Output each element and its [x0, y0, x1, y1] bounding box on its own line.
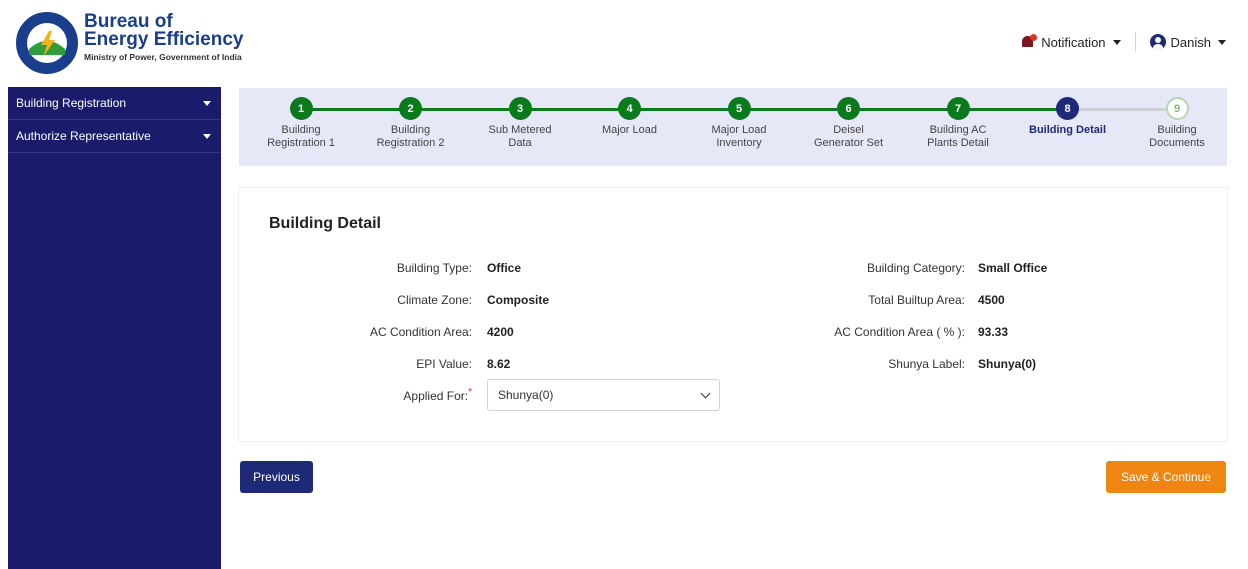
epi-value-label: EPI Value: — [416, 357, 472, 371]
applied-for-label-text: Applied For: — [403, 389, 469, 403]
step-2[interactable]: 2 Building Registration 2 — [361, 97, 461, 150]
step-number-badge: 1 — [289, 97, 313, 120]
step-label-line2: Registration 1 — [267, 137, 335, 149]
sidebar-item-authorize-representative[interactable]: Authorize Representative — [8, 120, 221, 153]
bee-logo — [16, 12, 78, 74]
ac-condition-percent-value: 93.33 — [978, 325, 1009, 339]
climate-zone-label: Climate Zone: — [397, 293, 472, 307]
caret-down-icon — [1112, 39, 1121, 45]
building-category-label: Building Category: — [866, 261, 965, 275]
caret-down-icon — [203, 100, 211, 106]
applied-for-select[interactable]: Shunya(0) — [487, 379, 720, 411]
chevron-down-icon — [700, 388, 711, 398]
step-label-line2: Documents — [1149, 137, 1205, 149]
caret-down-icon — [203, 133, 211, 139]
step-label: Deisel Generator Set — [799, 124, 899, 150]
sidebar-item-building-registration[interactable]: Building Registration — [8, 87, 221, 120]
step-4[interactable]: 4 Major Load — [580, 97, 680, 137]
sidebar-item-label: Authorize Representative — [16, 129, 151, 143]
step-label: Building Documents — [1127, 124, 1227, 150]
step-3[interactable]: 3 Sub Metered Data — [470, 97, 570, 150]
step-label: Sub Metered Data — [470, 124, 570, 150]
sidebar: Building Registration Authorize Represen… — [8, 87, 221, 569]
applied-for-selected-value: Shunya(0) — [498, 388, 554, 402]
user-name: Danish — [1170, 34, 1211, 50]
top-header: Bureau of Energy Efficiency Ministry of … — [0, 0, 1248, 80]
building-category-value: Small Office — [978, 261, 1048, 275]
step-label-line2: Data — [508, 137, 532, 149]
step-label: Building AC Plants Detail — [908, 124, 1008, 150]
step-label-line1: Deisel — [833, 124, 864, 136]
required-marker: * — [468, 387, 472, 398]
step-label: Major Load — [580, 124, 680, 137]
notification-label: Notification — [1041, 34, 1106, 50]
total-builtup-area-label: Total Builtup Area: — [868, 293, 965, 307]
notification-dropdown[interactable]: Notification — [1021, 34, 1121, 50]
climate-zone-value: Composite — [487, 293, 550, 307]
shunya-label-label: Shunya Label: — [888, 357, 965, 371]
step-number-badge: 4 — [618, 97, 641, 120]
step-number-badge: 2 — [399, 97, 422, 120]
step-label-line1: Major Load — [601, 124, 658, 136]
step-label-line1: Sub Metered — [488, 124, 552, 136]
step-label-line2: Generator Set — [813, 137, 884, 149]
brand-subtitle: Ministry of Power, Government of India — [84, 52, 242, 62]
step-6[interactable]: 6 Deisel Generator Set — [799, 97, 899, 150]
epi-value: 8.62 — [487, 357, 511, 371]
sidebar-item-label: Building Registration — [16, 96, 127, 110]
building-type-label: Building Type: — [396, 261, 472, 275]
step-label-line1: Building — [390, 124, 431, 136]
ac-condition-area-label: AC Condition Area: — [369, 325, 472, 339]
building-type-value: Office — [487, 261, 522, 275]
step-number-badge: 5 — [727, 97, 751, 120]
step-7[interactable]: 7 Building AC Plants Detail — [908, 97, 1008, 150]
header-divider — [1134, 32, 1136, 52]
user-menu[interactable]: Danish — [1149, 34, 1226, 50]
step-number-badge: 7 — [946, 97, 970, 120]
previous-button[interactable]: Previous — [240, 461, 313, 493]
applied-for-label: Applied For:* — [403, 387, 472, 403]
save-continue-button[interactable]: Save & Continue — [1106, 461, 1226, 493]
ac-condition-percent-label: AC Condition Area ( % ): — [834, 325, 965, 339]
step-label: Building Registration 1 — [251, 124, 351, 150]
brand-block: Bureau of Energy Efficiency Ministry of … — [84, 12, 244, 62]
step-9[interactable]: 9 Building Documents — [1127, 97, 1227, 150]
user-avatar-icon — [1149, 34, 1166, 50]
step-label-line1: Building — [281, 124, 321, 136]
building-detail-card: Building Detail Building Type: Office Cl… — [239, 188, 1227, 441]
progress-stepper: 1 Building Registration 1 2 Building Registra… — [239, 88, 1227, 166]
step-number-badge: 6 — [837, 97, 860, 120]
step-label-line2: Plants Detail — [927, 137, 989, 149]
total-builtup-area-value: 4500 — [978, 293, 1005, 307]
step-number-badge: 8 — [1056, 97, 1079, 120]
header-actions: Notification Danish — [1021, 32, 1226, 52]
step-label-line1: Building — [1157, 124, 1197, 136]
shunya-label-value: Shunya(0) — [978, 357, 1037, 371]
card-title: Building Detail — [269, 215, 381, 232]
step-label: Major Load Inventory — [689, 124, 789, 150]
caret-down-icon — [1218, 39, 1226, 45]
step-label-line1: Building Detail — [1029, 124, 1106, 136]
step-label-line2: Inventory — [716, 137, 762, 149]
step-number-badge: 3 — [508, 97, 532, 120]
bell-icon — [1021, 34, 1038, 49]
brand-title-line2: Energy Efficiency — [84, 29, 244, 50]
step-label-line1: Major Load — [711, 124, 767, 136]
step-label-line1: Building AC — [929, 124, 987, 136]
step-number-badge: 9 — [1165, 97, 1189, 120]
step-1[interactable]: 1 Building Registration 1 — [251, 97, 351, 150]
step-label: Building Detail — [1018, 124, 1118, 137]
step-label: Building Registration 2 — [361, 124, 461, 150]
step-8[interactable]: 8 Building Detail — [1018, 97, 1118, 137]
ac-condition-area-value: 4200 — [487, 325, 514, 339]
step-5[interactable]: 5 Major Load Inventory — [689, 97, 789, 150]
step-label-line2: Registration 2 — [376, 137, 445, 149]
